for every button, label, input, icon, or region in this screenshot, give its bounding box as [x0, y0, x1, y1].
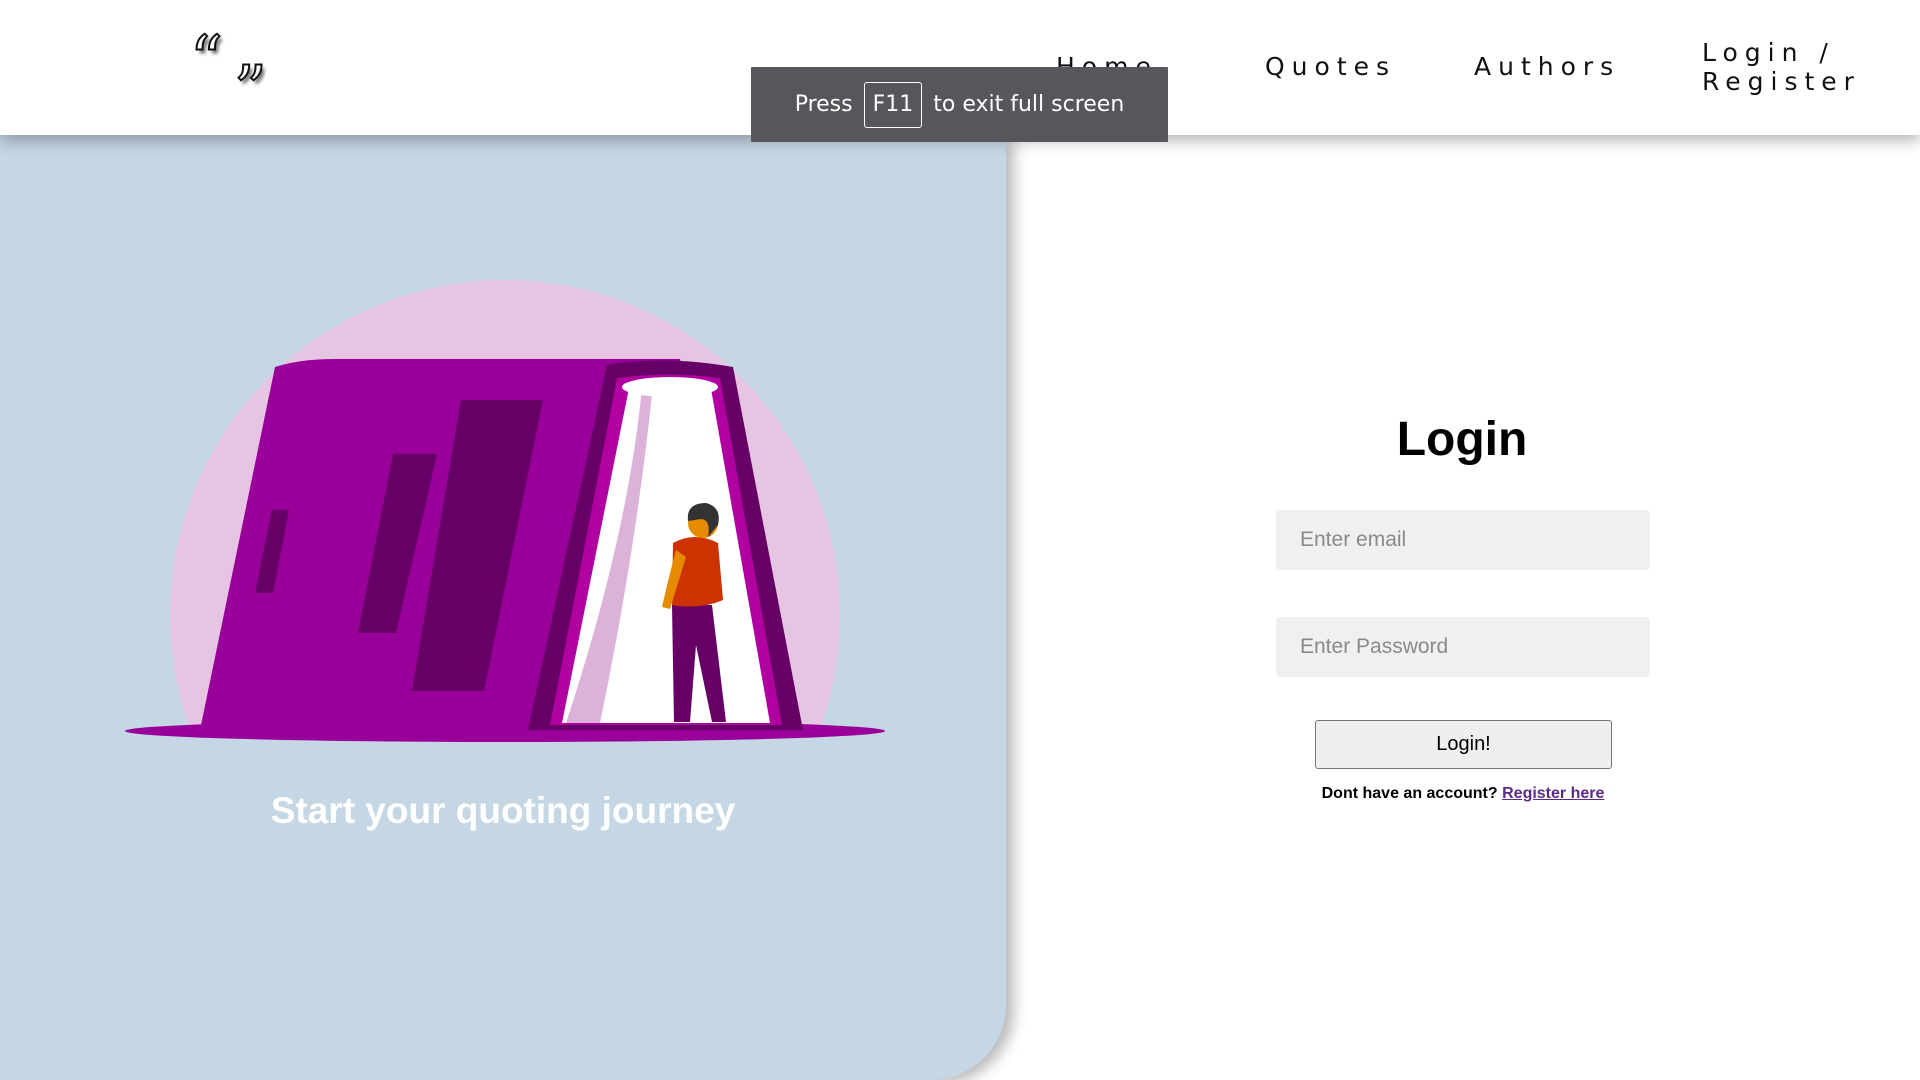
- quote-logo[interactable]: “ ”: [189, 23, 290, 123]
- fullscreen-exit-notice: Press F11 to exit full screen: [751, 67, 1168, 142]
- password-input[interactable]: [1276, 617, 1650, 677]
- fullscreen-message-text: to exit full screen: [933, 92, 1125, 117]
- fullscreen-press-text: Press: [794, 92, 853, 117]
- building-doorway-illustration: [120, 280, 890, 755]
- door-top-light: [622, 377, 718, 397]
- login-button[interactable]: Login!: [1315, 720, 1612, 769]
- nav-register-text: Register: [1702, 67, 1861, 96]
- close-quote-mark: ”: [233, 53, 268, 127]
- nav-authors-link[interactable]: Authors: [1474, 52, 1620, 81]
- open-quote-mark: “: [189, 23, 224, 97]
- hero-tagline: Start your quoting journey: [270, 790, 736, 831]
- nav-login-register-link[interactable]: Login / Register: [1702, 38, 1902, 96]
- f11-key-badge: F11: [863, 81, 923, 128]
- nav-login-text: Login /: [1702, 38, 1835, 67]
- login-title: Login: [1396, 413, 1528, 466]
- hero-panel: Start your quoting journey: [0, 135, 1006, 1080]
- nav-quotes-link[interactable]: Quotes: [1265, 52, 1396, 81]
- email-input[interactable]: [1276, 510, 1650, 570]
- register-prompt: Dont have an account? Register here: [1276, 785, 1650, 803]
- register-prompt-text: Dont have an account?: [1321, 785, 1498, 802]
- register-link[interactable]: Register here: [1502, 785, 1604, 802]
